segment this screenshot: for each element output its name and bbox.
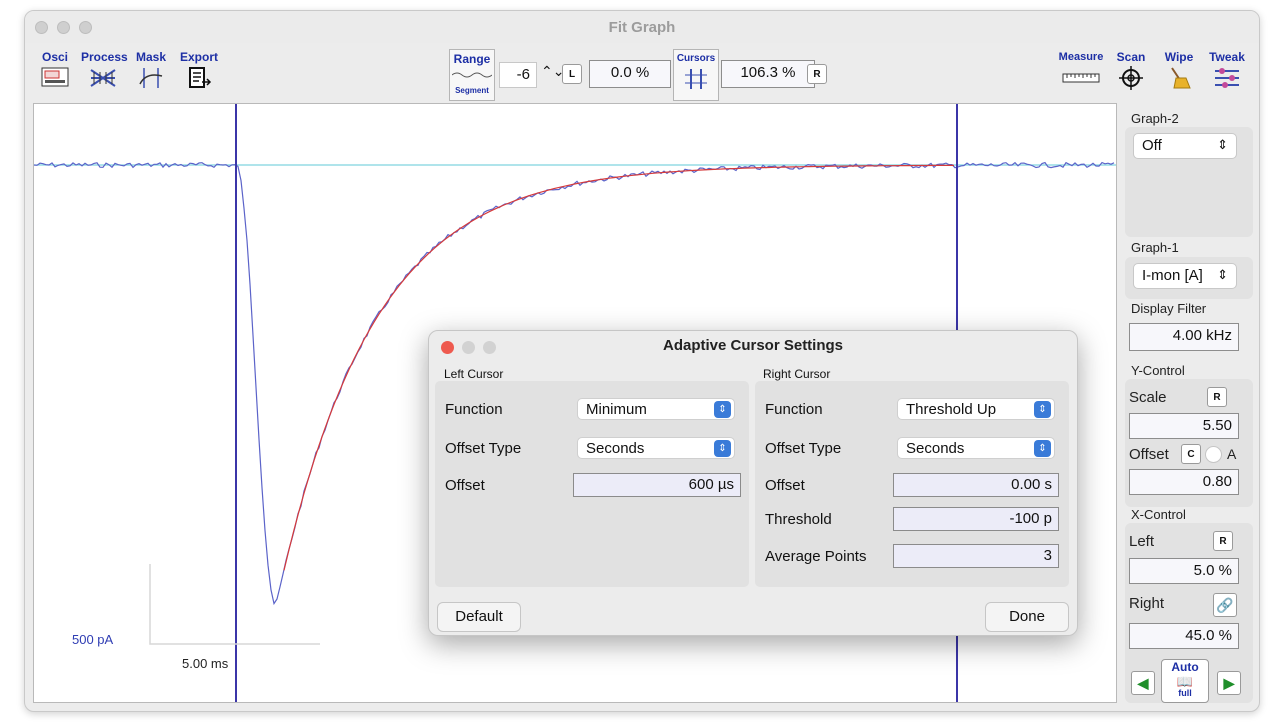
dialog-title: Adaptive Cursor Settings [662,337,844,354]
toolbar: Osci Process Mask Export Range Segment -… [25,43,1259,103]
scan-button[interactable]: Scan [1109,51,1153,101]
scale-reset-button[interactable]: R [1207,387,1227,407]
display-filter-label: Display Filter [1131,301,1207,316]
right-cursor-header: Right Cursor [763,367,831,381]
export-icon [189,67,212,88]
right-offset-label: Offset [765,477,805,494]
graph1-select[interactable]: I-mon [A] ⇕ [1133,263,1237,289]
mask-icon [139,68,163,88]
left-offset-field[interactable]: 600 µs [573,473,741,497]
crosshair-icon [1119,66,1143,90]
tweak-button[interactable]: Tweak [1205,51,1249,101]
left-field[interactable]: 5.0 % [1129,558,1239,584]
done-button[interactable]: Done [985,602,1069,632]
range-button[interactable]: Range Segment [449,49,495,101]
left-reset-button[interactable]: R [1213,531,1233,551]
title-bar: Fit Graph [25,11,1259,43]
updown-chevron-icon: ⇕ [714,401,731,418]
offset-a-label: A [1227,446,1237,462]
ruler-icon [1062,73,1100,83]
auto-full-button[interactable]: Auto 📖 full [1161,659,1209,703]
x-control-label: X-Control [1131,507,1186,522]
arrow-left-icon[interactable]: ◀ [1131,671,1155,695]
graph1-label: Graph-1 [1131,240,1179,255]
broom-icon [1171,67,1191,89]
mask-button[interactable]: Mask [129,51,173,101]
cursors-icon [685,69,707,89]
right-function-label: Function [765,401,823,418]
updown-chevron-icon: ⇕ [1034,440,1051,457]
export-button[interactable]: Export [177,51,221,101]
process-button[interactable]: Process [81,51,128,101]
graph2-select[interactable]: Off ⇕ [1133,133,1237,159]
oscilloscope-icon [41,67,69,87]
display-filter-field[interactable]: 4.00 kHz [1129,323,1239,351]
wipe-button[interactable]: Wipe [1157,51,1201,101]
left-offset-type-label: Offset Type [445,440,522,457]
right-function-select[interactable]: Threshold Up ⇕ [897,398,1055,420]
left-offset-type-select[interactable]: Seconds ⇕ [577,437,735,459]
right-offset-type-select[interactable]: Seconds ⇕ [897,437,1055,459]
updown-chevron-icon: ⇕ [714,440,731,457]
offset-c-button[interactable]: C [1181,444,1201,464]
offset-field[interactable]: 0.80 [1129,469,1239,495]
range-value-field[interactable]: -6 [499,62,537,88]
updown-chevron-icon: ⇕ [1217,137,1228,152]
left-l-button[interactable]: L [562,64,582,84]
default-button[interactable]: Default [437,602,521,632]
average-points-field[interactable]: 3 [893,544,1059,568]
range-wave-icon [451,72,493,78]
sliders-icon [1215,68,1239,88]
right-offset-field[interactable]: 0.00 s [893,473,1059,497]
graph2-label: Graph-2 [1131,111,1179,126]
measure-button[interactable]: Measure [1057,51,1105,101]
threshold-field[interactable]: -100 p [893,507,1059,531]
arrow-right-icon[interactable]: ▶ [1217,671,1241,695]
cursors-button[interactable]: Cursors [673,49,719,101]
updown-chevron-icon: ⇕ [1034,401,1051,418]
left-cursor-header: Left Cursor [444,367,504,381]
left-function-label: Function [445,401,503,418]
left-percent-field[interactable]: 0.0 % [589,60,671,88]
left-label: Left [1129,533,1155,550]
osci-button[interactable]: Osci [33,51,77,101]
y-scale-label: 500 pA [72,632,114,647]
offset-a-radio[interactable] [1205,446,1222,463]
left-function-select[interactable]: Minimum ⇕ [577,398,735,420]
right-percent-field[interactable]: 106.3 % [721,60,815,88]
right-r-button[interactable]: R [807,64,827,84]
average-points-label: Average Points [765,548,867,565]
window-title: Fit Graph [608,19,676,36]
link-icon[interactable]: 🔗 [1213,593,1237,617]
right-field[interactable]: 45.0 % [1129,623,1239,649]
adaptive-cursor-settings-dialog: Adaptive Cursor Settings Left Cursor Fun… [428,330,1078,636]
x-scale-label: 5.00 ms [182,656,229,671]
control-sidebar: Graph-2 Off ⇕ Graph-1 I-mon [A] ⇕ Display … [1121,103,1255,707]
range-stepper[interactable]: ⌃⌄ [541,63,564,80]
offset-label: Offset [1129,446,1169,463]
left-offset-label: Offset [445,477,485,494]
scale-field[interactable]: 5.50 [1129,413,1239,439]
right-label: Right [1129,595,1165,612]
scale-label: Scale [1129,389,1167,406]
process-icon [90,69,116,87]
threshold-label: Threshold [765,511,832,528]
right-offset-type-label: Offset Type [765,440,842,457]
y-control-label: Y-Control [1131,363,1185,378]
updown-chevron-icon: ⇕ [1217,267,1228,282]
